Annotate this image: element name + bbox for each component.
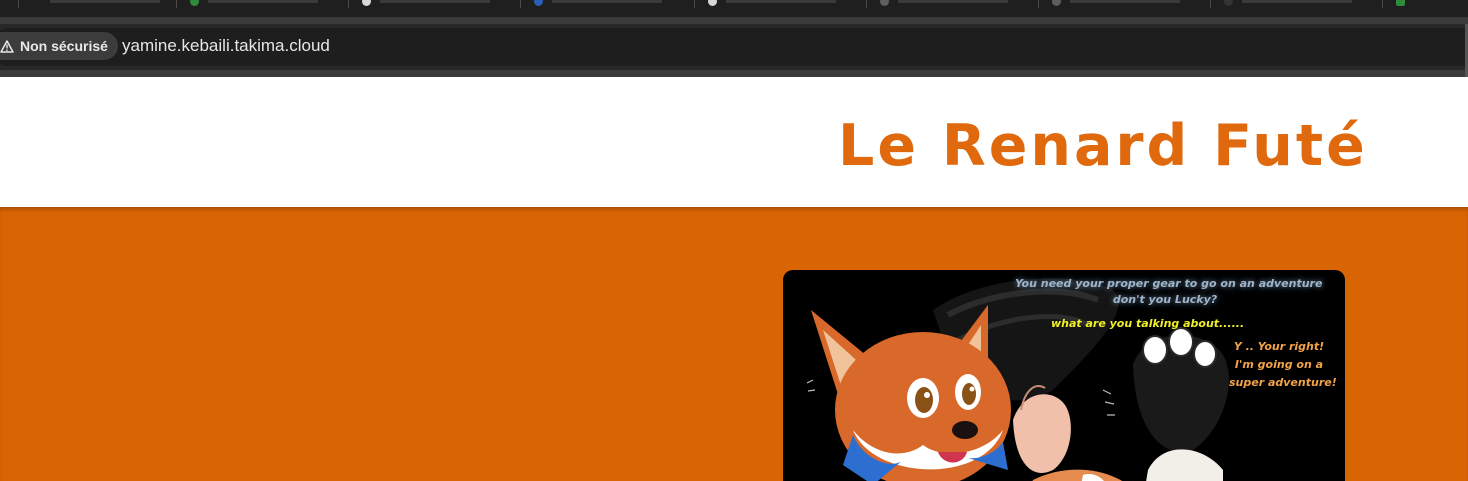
tab-separator [1210, 0, 1211, 8]
bubble-line: You need your proper gear to go on an ad… [1015, 277, 1323, 290]
tab-favicon-icon [1396, 0, 1405, 6]
tab-label [898, 0, 1008, 3]
warning-icon [0, 39, 14, 53]
tab-label [1070, 0, 1180, 3]
address-bar: Non sécurisé yamine.kebaili.takima.cloud [0, 24, 1468, 70]
tab-separator [1038, 0, 1039, 8]
tab-separator [18, 0, 19, 8]
tab-separator [348, 0, 349, 8]
tab-strip [0, 0, 1468, 17]
browser-tab[interactable] [1210, 0, 1366, 8]
tab-separator [520, 0, 521, 8]
speech-bubble-gear: You need your proper gear to go on an ad… [1015, 276, 1323, 308]
tab-favicon-icon [880, 0, 889, 6]
hero-section: You need your proper gear to go on an ad… [0, 207, 1468, 481]
chrome-bottom-border [0, 70, 1468, 77]
tab-separator [694, 0, 695, 8]
toolbar-divider [0, 17, 1468, 24]
tab-separator [176, 0, 177, 8]
tab-label [208, 0, 318, 3]
browser-tab[interactable] [520, 0, 676, 8]
browser-tab[interactable] [348, 0, 504, 8]
tab-favicon-icon [1052, 0, 1061, 6]
browser-tab[interactable] [694, 0, 850, 8]
tab-favicon-icon [1224, 0, 1233, 6]
browser-tab[interactable] [1382, 0, 1468, 8]
tab-label [1242, 0, 1352, 3]
tab-label [552, 0, 662, 3]
url-text[interactable]: yamine.kebaili.takima.cloud [122, 36, 330, 56]
tab-favicon-icon [362, 0, 371, 6]
browser-tab[interactable] [866, 0, 1022, 8]
comic-image: You need your proper gear to go on an ad… [783, 270, 1345, 481]
security-chip[interactable]: Non sécurisé [0, 32, 118, 60]
tab-label [50, 0, 160, 3]
speech-bubble-question: what are you talking about...... [1051, 317, 1245, 330]
tab-separator [866, 0, 867, 8]
site-title: Le Renard Futé [838, 113, 1368, 179]
security-label: Non sécurisé [20, 38, 108, 54]
speech-bubble-reply: Y .. Your right! I'm going on a super ad… [1229, 338, 1337, 392]
bubble-line: I'm going on a [1234, 358, 1324, 371]
browser-tab[interactable] [176, 0, 332, 8]
browser-tab[interactable] [1038, 0, 1194, 8]
bubble-line: Y .. Your right! [1233, 340, 1325, 353]
site-header: Le Renard Futé [0, 77, 1468, 207]
tab-label [726, 0, 836, 3]
tab-separator [1382, 0, 1383, 8]
bubble-line: don't you Lucky? [1112, 293, 1218, 306]
tab-favicon-icon [534, 0, 543, 6]
browser-tab[interactable] [18, 0, 174, 8]
tab-label [380, 0, 490, 3]
tab-favicon-icon [190, 0, 199, 6]
bubble-line: super adventure! [1229, 376, 1337, 389]
tab-favicon-icon [708, 0, 717, 6]
